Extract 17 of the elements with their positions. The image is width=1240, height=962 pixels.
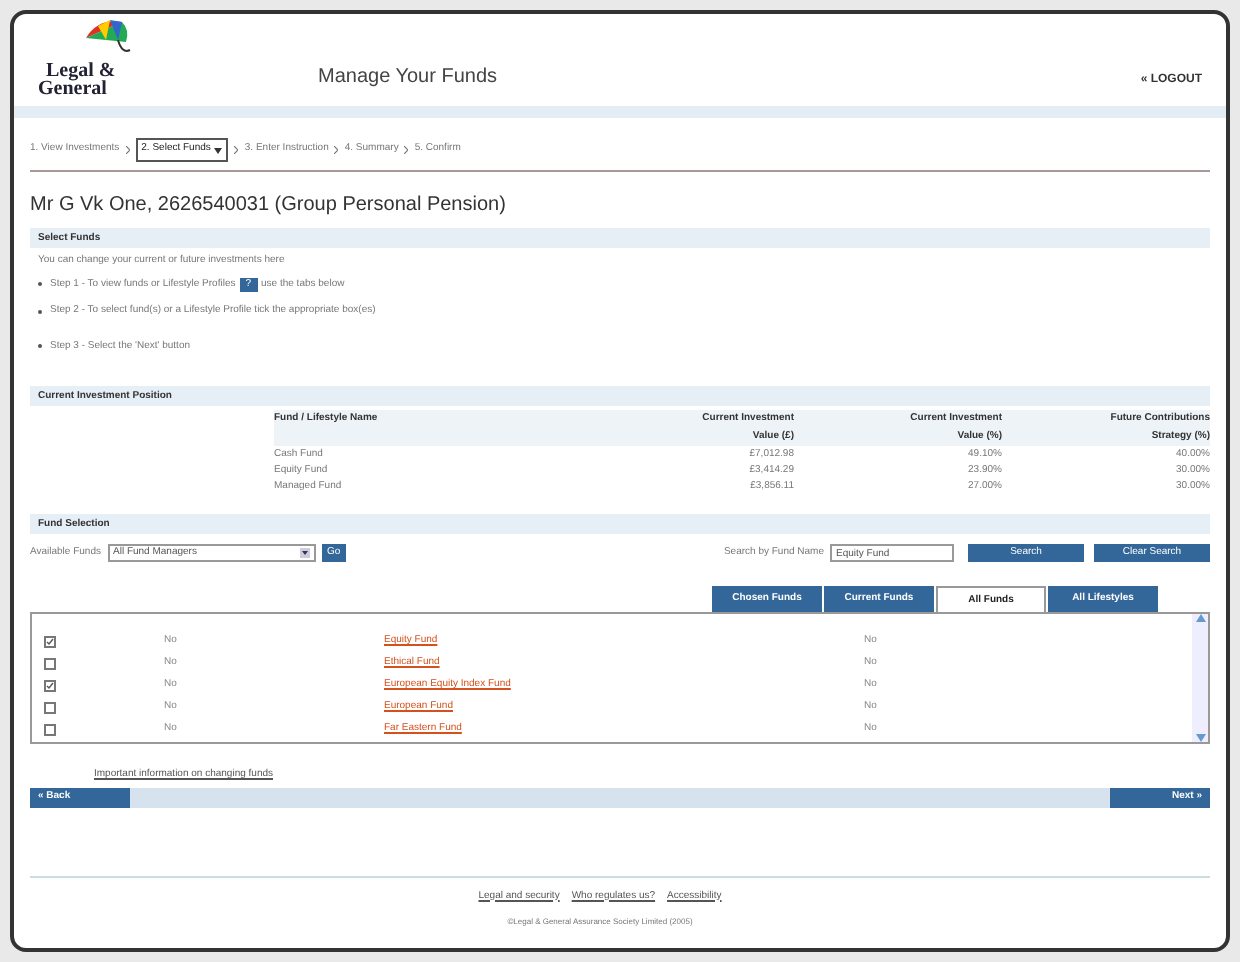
scroll-down-icon <box>1195 734 1205 742</box>
checkbox[interactable] <box>44 657 56 669</box>
caret-icon <box>299 548 309 558</box>
caret-icon <box>214 147 223 153</box>
page-title: Manage Your Funds <box>318 64 498 92</box>
chevron-icon <box>125 146 130 154</box>
checkbox[interactable] <box>44 723 56 735</box>
chevron-icon <box>404 146 409 154</box>
chevron-icon <box>334 146 339 154</box>
umbrella-icon <box>82 18 134 58</box>
scroll-up-icon <box>1195 614 1205 622</box>
checkbox[interactable] <box>44 635 56 647</box>
checkbox[interactable] <box>44 679 56 691</box>
checkbox[interactable] <box>44 701 56 713</box>
account-heading: Mr G Vk One, 2626540031 (Group Personal Pension) <box>28 192 508 220</box>
logo-text: Legal & General <box>38 62 116 98</box>
chevron-icon <box>234 146 239 154</box>
